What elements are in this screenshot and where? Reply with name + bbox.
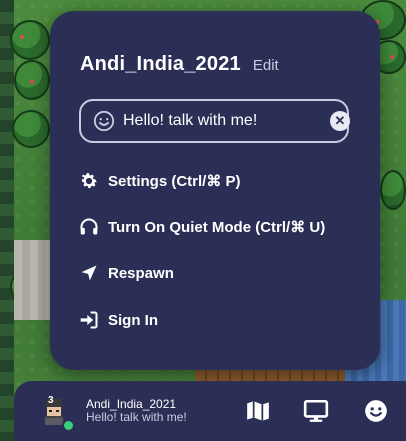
profile-menu: Andi_India_2021 Edit ✕ Settings (Ctrl/⌘ … bbox=[50, 11, 380, 370]
headphones-icon bbox=[80, 218, 98, 235]
tree bbox=[380, 170, 406, 210]
quiet-mode-label: Turn On Quiet Mode (Ctrl/⌘ U) bbox=[108, 219, 326, 236]
flower bbox=[20, 35, 24, 39]
bar-status-text: Hello! talk with me! bbox=[86, 410, 187, 424]
avatar[interactable]: 3 bbox=[38, 395, 75, 432]
close-icon[interactable]: ✕ bbox=[330, 111, 350, 131]
status-input[interactable] bbox=[123, 112, 330, 130]
flower bbox=[390, 55, 394, 59]
username-label: Andi_India_2021 bbox=[80, 53, 241, 75]
map-icon[interactable] bbox=[245, 398, 271, 424]
smile-icon bbox=[93, 110, 115, 132]
profile-header: Andi_India_2021 Edit bbox=[80, 53, 279, 76]
sign-in-label: Sign In bbox=[108, 311, 158, 329]
settings-label: Settings (Ctrl/⌘ P) bbox=[108, 173, 241, 190]
quiet-mode-menu-item[interactable]: Turn On Quiet Mode (Ctrl/⌘ U) bbox=[79, 217, 325, 237]
world-edge bbox=[0, 0, 14, 441]
gear-icon bbox=[81, 173, 97, 188]
stone-path bbox=[14, 240, 54, 320]
avatar-badge-count: 3 bbox=[48, 395, 54, 406]
online-status-dot bbox=[62, 419, 75, 432]
sign-in-icon bbox=[80, 311, 98, 329]
respawn-label: Respawn bbox=[108, 264, 174, 282]
respawn-menu-item[interactable]: Respawn bbox=[79, 263, 174, 283]
flower bbox=[30, 80, 34, 84]
bar-username: Andi_India_2021 bbox=[86, 397, 177, 411]
location-arrow-icon bbox=[81, 265, 97, 281]
sign-in-menu-item[interactable]: Sign In bbox=[79, 310, 158, 330]
emoji-icon[interactable] bbox=[363, 398, 389, 424]
tree bbox=[12, 110, 50, 148]
tree bbox=[10, 20, 50, 60]
status-field[interactable]: ✕ bbox=[79, 99, 350, 143]
settings-menu-item[interactable]: Settings (Ctrl/⌘ P) bbox=[79, 171, 241, 191]
bottom-bar: 3 Andi_India_2021 Hello! talk with me! bbox=[14, 381, 406, 441]
screen-share-icon[interactable] bbox=[303, 398, 329, 424]
edit-name-link[interactable]: Edit bbox=[253, 57, 279, 74]
